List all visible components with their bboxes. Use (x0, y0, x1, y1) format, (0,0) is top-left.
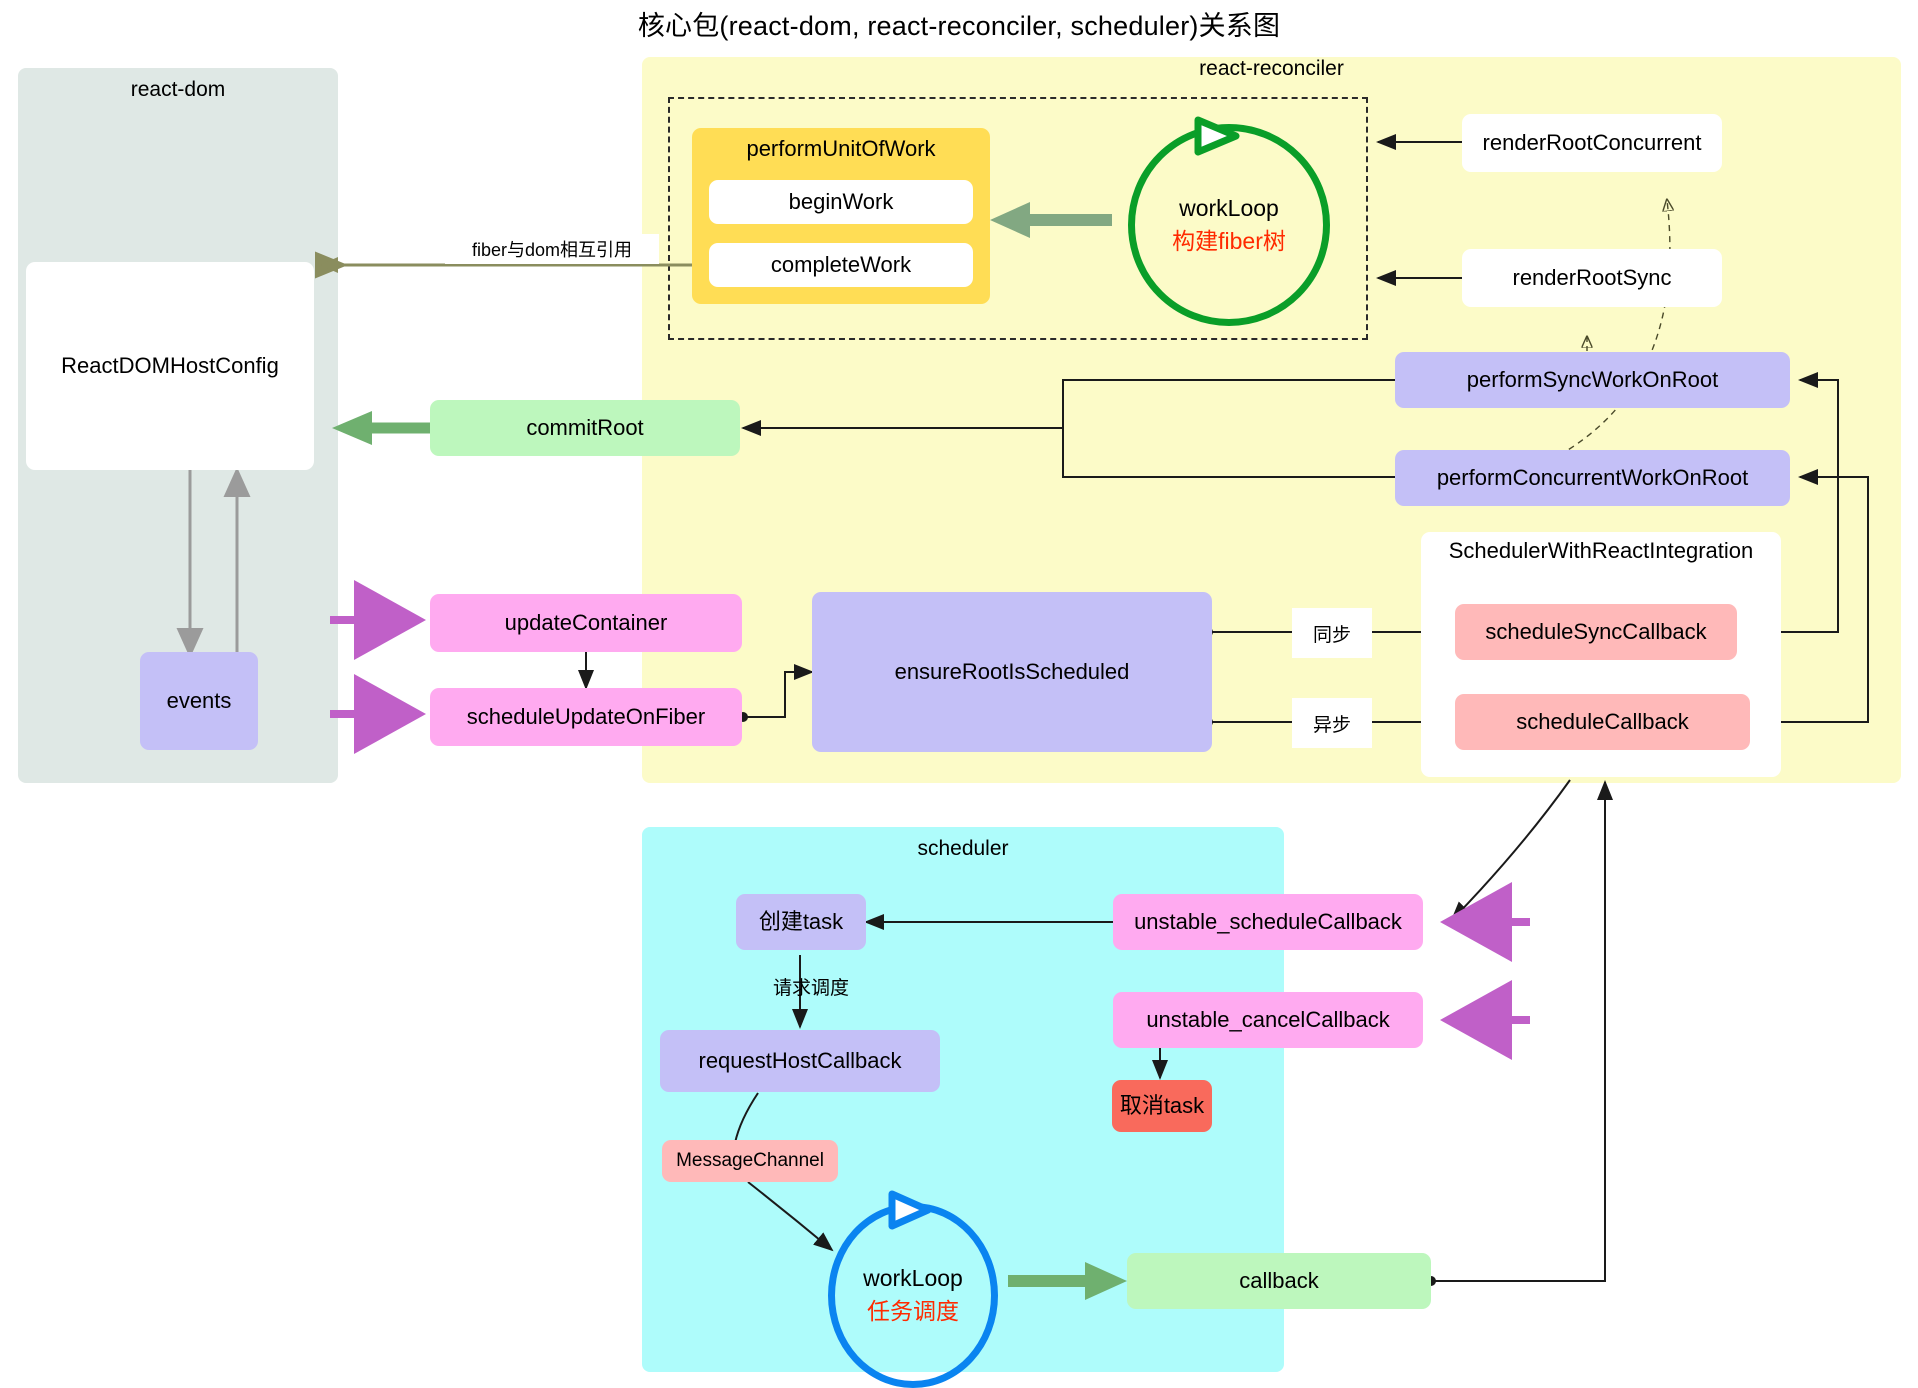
diagram-canvas: 核心包(react-dom, react-reconciler, schedul… (0, 0, 1918, 1388)
node-work-loop-fiber-title: workLoop (1179, 194, 1279, 221)
group-scheduler-with-react-integration-label: SchedulerWithReactIntegration (1448, 538, 1754, 563)
node-schedule-sync-callback[interactable]: scheduleSyncCallback (1455, 604, 1737, 660)
node-ensure-root-is-scheduled[interactable]: ensureRootIsScheduled (812, 592, 1212, 752)
node-begin-work[interactable]: beginWork (709, 180, 973, 224)
node-update-container-label: updateContainer (504, 610, 668, 636)
node-ensure-root-is-scheduled-label: ensureRootIsScheduled (894, 659, 1130, 685)
edge-label-async-text: 异步 (1312, 714, 1351, 736)
node-message-channel[interactable]: MessageChannel (662, 1140, 838, 1182)
node-render-root-sync[interactable]: renderRootSync (1462, 249, 1722, 307)
node-perform-concurrent-work-on-root[interactable]: performConcurrentWorkOnRoot (1395, 450, 1790, 506)
edge-label-request-schedule-text: 请求调度 (772, 977, 849, 999)
edge-label-request-schedule: 请求调度 (744, 970, 878, 1002)
node-request-host-callback[interactable]: requestHostCallback (660, 1030, 940, 1092)
node-work-loop-task-subtitle: 任务调度 (867, 1298, 959, 1324)
node-perform-sync-work-on-root-label: performSyncWorkOnRoot (1466, 367, 1719, 393)
node-callback[interactable]: callback (1127, 1253, 1431, 1309)
package-scheduler-label: scheduler (917, 837, 1009, 860)
edge-label-async: 异步 (1292, 698, 1372, 748)
node-commit-root[interactable]: commitRoot (430, 400, 740, 456)
node-schedule-sync-callback-label: scheduleSyncCallback (1485, 619, 1707, 645)
node-schedule-update-on-fiber-label: scheduleUpdateOnFiber (466, 704, 706, 730)
node-events-label: events (166, 688, 232, 714)
edge-label-fiber-dom-reference: fiber与dom相互引用 (445, 234, 659, 264)
node-react-dom-host-config[interactable]: ReactDOMHostConfig (26, 262, 314, 470)
page-title: 核心包(react-dom, react-reconciler, schedul… (637, 11, 1281, 41)
node-render-root-sync-label: renderRootSync (1512, 265, 1672, 291)
node-message-channel-label: MessageChannel (676, 1150, 824, 1172)
node-schedule-callback-label: scheduleCallback (1516, 709, 1689, 735)
node-complete-work-label: completeWork (770, 252, 912, 278)
node-unstable-cancel-callback-label: unstable_cancelCallback (1146, 1007, 1390, 1033)
node-commit-root-label: commitRoot (526, 415, 644, 441)
node-schedule-callback[interactable]: scheduleCallback (1455, 694, 1750, 750)
package-react-reconciler-label: react-reconciler (1199, 57, 1344, 80)
edge-label-sync-text: 同步 (1312, 624, 1351, 646)
node-cancel-task[interactable]: 取消task (1112, 1080, 1212, 1132)
package-react-dom-label: react-dom (130, 78, 226, 101)
node-create-task[interactable]: 创建task (736, 894, 866, 950)
node-perform-sync-work-on-root[interactable]: performSyncWorkOnRoot (1395, 352, 1790, 408)
node-unstable-cancel-callback[interactable]: unstable_cancelCallback (1113, 992, 1423, 1048)
node-unstable-schedule-callback-label: unstable_scheduleCallback (1134, 909, 1402, 935)
node-perform-concurrent-work-on-root-label: performConcurrentWorkOnRoot (1436, 465, 1749, 491)
edge-label-fiber-dom-reference-text: fiber与dom相互引用 (471, 240, 633, 260)
node-callback-label: callback (1239, 1268, 1319, 1294)
node-begin-work-label: beginWork (788, 189, 894, 215)
node-complete-work[interactable]: completeWork (709, 243, 973, 287)
loop-arrowhead-task-icon (888, 1190, 932, 1230)
edge-label-sync: 同步 (1292, 608, 1372, 658)
node-update-container[interactable]: updateContainer (430, 594, 742, 652)
node-render-root-concurrent-label: renderRootConcurrent (1482, 130, 1702, 156)
node-request-host-callback-label: requestHostCallback (698, 1048, 902, 1074)
node-cancel-task-label: 取消task (1119, 1093, 1205, 1119)
group-perform-unit-of-work-label: performUnitOfWork (746, 136, 936, 161)
node-render-root-concurrent[interactable]: renderRootConcurrent (1462, 114, 1722, 172)
node-react-dom-host-config-label: ReactDOMHostConfig (61, 353, 279, 379)
node-events[interactable]: events (140, 652, 258, 750)
node-create-task-label: 创建task (758, 909, 844, 935)
node-work-loop-fiber-subtitle: 构建fiber树 (1172, 227, 1286, 254)
node-unstable-schedule-callback[interactable]: unstable_scheduleCallback (1113, 894, 1423, 950)
node-work-loop-task-title: workLoop (863, 1265, 963, 1291)
loop-arrowhead-fiber-icon (1194, 116, 1240, 156)
node-schedule-update-on-fiber[interactable]: scheduleUpdateOnFiber (430, 688, 742, 746)
